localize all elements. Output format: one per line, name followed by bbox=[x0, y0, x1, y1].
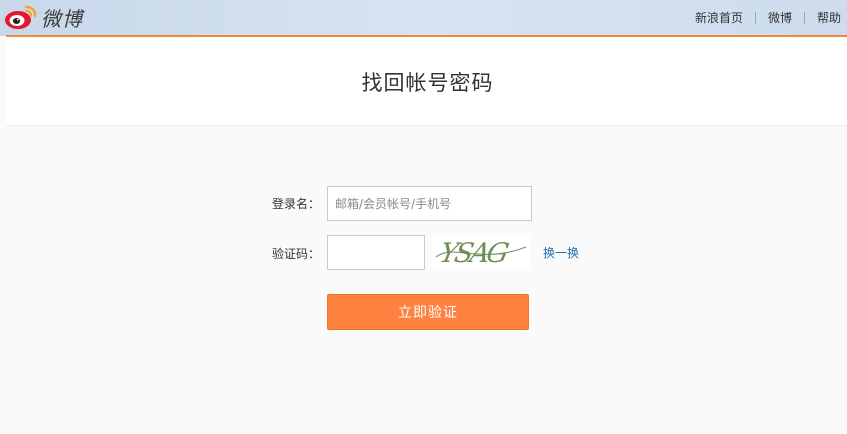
refresh-captcha-link[interactable]: 换一换 bbox=[543, 244, 579, 261]
nav-divider bbox=[803, 11, 805, 24]
verify-button[interactable]: 立即验证 bbox=[327, 294, 529, 330]
weibo-logo[interactable]: 微博 bbox=[4, 2, 83, 32]
top-nav: 新浪首页 微博 帮助 bbox=[695, 9, 841, 26]
nav-divider bbox=[754, 11, 756, 24]
captcha-input[interactable] bbox=[327, 235, 425, 270]
login-name-input[interactable] bbox=[327, 186, 532, 221]
nav-weibo[interactable]: 微博 bbox=[768, 9, 792, 26]
weibo-eye-icon bbox=[5, 5, 37, 29]
top-bar: 微博 新浪首页 微博 帮助 bbox=[0, 0, 847, 36]
captcha-image: YSAG bbox=[432, 235, 530, 269]
nav-help[interactable]: 帮助 bbox=[817, 9, 841, 26]
captcha-label: 验证码： bbox=[272, 247, 321, 261]
logo-text: 微博 bbox=[41, 6, 83, 31]
page-title: 找回帐号密码 bbox=[361, 71, 494, 95]
login-name-label: 登录名： bbox=[272, 197, 321, 211]
captcha-text: YSAG bbox=[437, 238, 511, 269]
nav-sina-home[interactable]: 新浪首页 bbox=[695, 9, 743, 26]
